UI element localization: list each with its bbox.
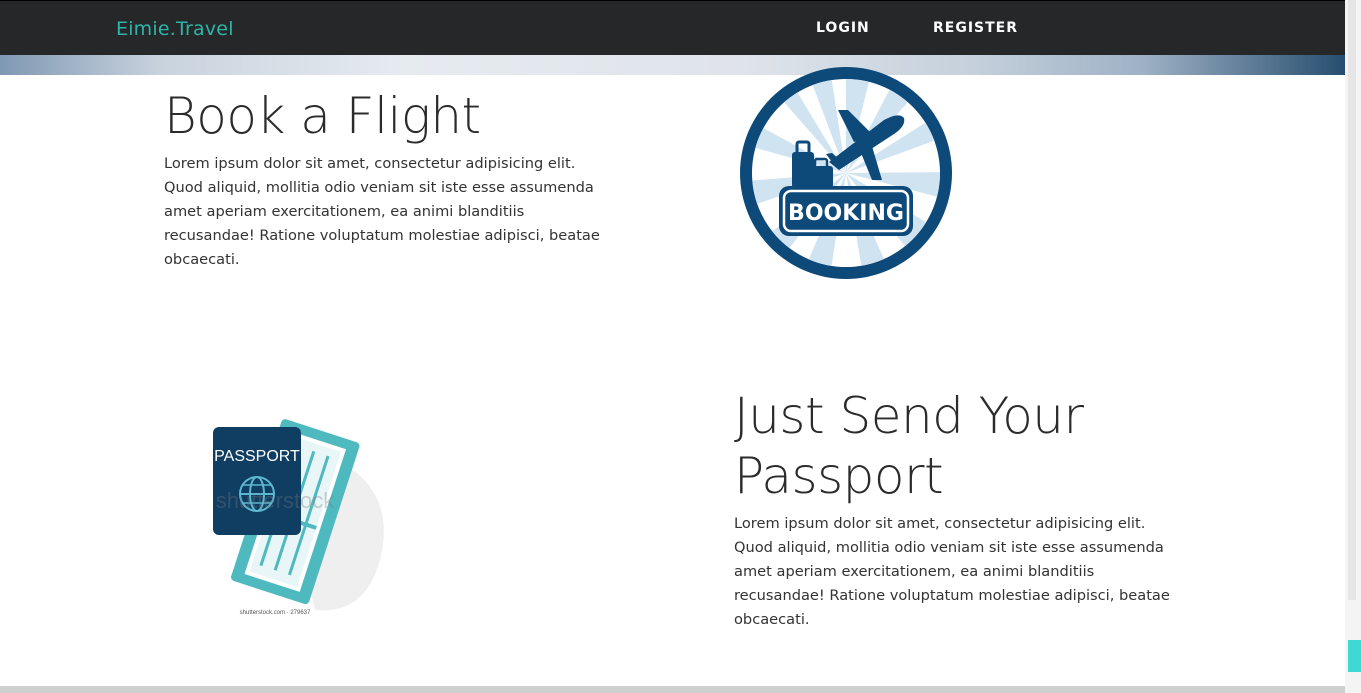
passport-title: Just Send Your Passport [734, 387, 1084, 505]
passport-text: Lorem ipsum dolor sit amet, consectetur … [734, 515, 1170, 628]
brand-link[interactable]: Eimie.Travel [116, 18, 234, 40]
booking-label: BOOKING [788, 201, 904, 226]
image-caption: shutterstock.com · 279637 [240, 610, 311, 616]
passport-label: PASSPORT [214, 448, 300, 465]
vertical-scrollbar-thumb[interactable] [1348, 0, 1356, 600]
horizontal-scrollbar[interactable] [0, 686, 1345, 693]
book-flight-text: Lorem ipsum dolor sit amet, consectetur … [164, 155, 600, 268]
register-link[interactable]: REGISTER [933, 20, 1018, 36]
book-flight-title: Book a Flight [164, 87, 481, 145]
hero-background-strip [0, 55, 1345, 75]
passport-illustration: PASSPORT shutterstock shutterstock.com ·… [213, 419, 384, 616]
navbar: Eimie.Travel LOGIN REGISTER [0, 0, 1345, 56]
scroll-indicator [1348, 640, 1361, 672]
login-link[interactable]: LOGIN [816, 20, 870, 36]
booking-illustration: BOOKING [740, 67, 952, 279]
passport-icon: PASSPORT [213, 427, 301, 535]
watermark-text: shutterstock [216, 488, 336, 513]
